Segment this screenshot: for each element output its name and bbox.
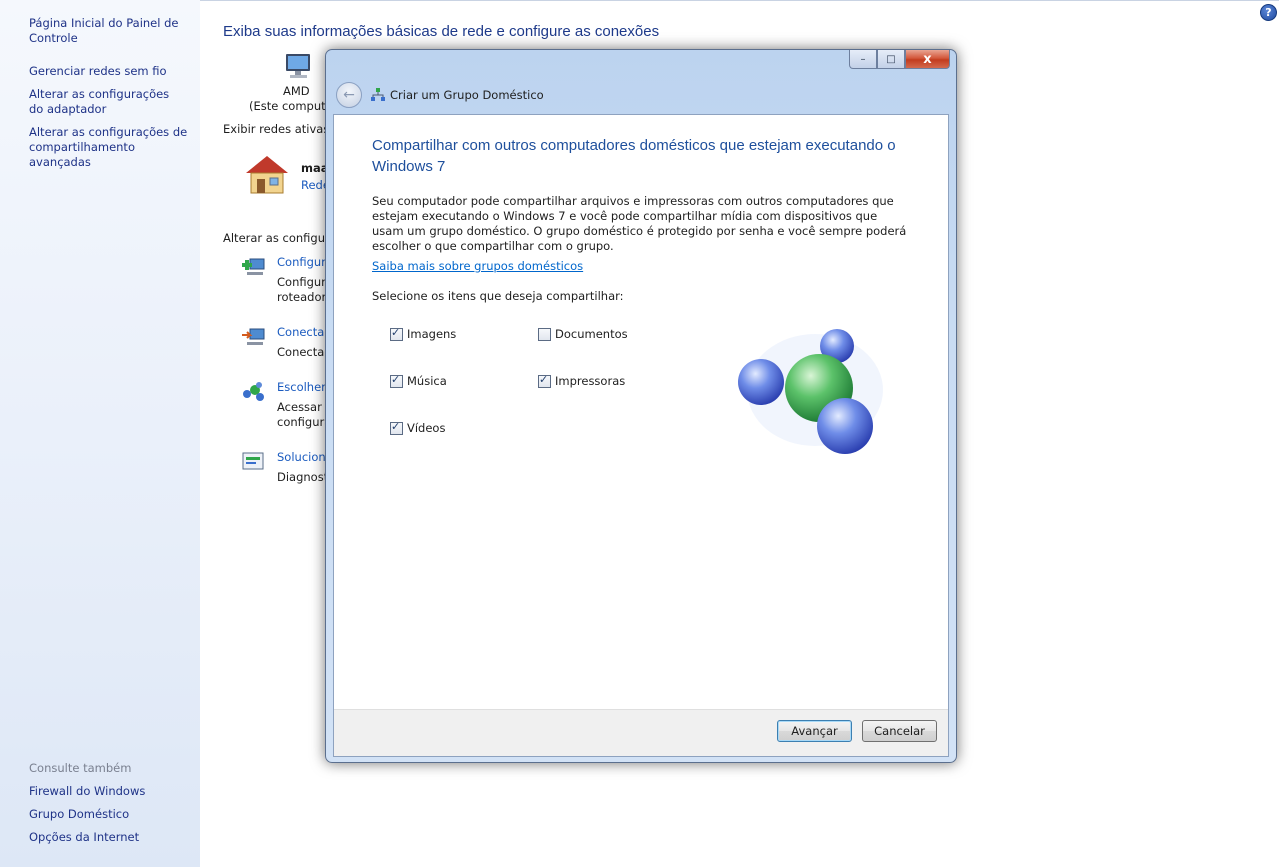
setup-connection-icon [241, 254, 267, 281]
cancel-button[interactable]: Cancelar [862, 720, 937, 742]
checkbox-box[interactable] [538, 327, 551, 341]
checkbox-documents[interactable]: Documentos [538, 327, 628, 341]
homegroup-orbs-icon [729, 322, 889, 462]
sidebar-link-advanced-sharing[interactable]: Alterar as configurações de compartilham… [29, 125, 199, 170]
computer-icon [283, 52, 315, 85]
checkbox-label: Vídeos [407, 421, 446, 435]
checkbox-box[interactable] [390, 326, 403, 341]
maximize-button[interactable]: □ [877, 50, 905, 69]
see-also-label: Consulte também [29, 761, 132, 775]
dialog-heading: Compartilhar com outros computadores dom… [372, 137, 896, 175]
sidebar-link-adapter-settings[interactable]: Alterar as configurações do adaptador [29, 87, 184, 117]
task-desc-troubleshoot-1: Diagnost [277, 470, 329, 484]
caption-buttons: – □ x [849, 50, 950, 69]
checkbox-label: Imagens [407, 327, 457, 341]
homegroup-dialog: – □ x ← Criar um Grupo Doméstico Compart… [325, 49, 957, 763]
task-desc-setup-1: Configur [277, 275, 326, 289]
learn-more-link[interactable]: Saiba mais sobre grupos domésticos [372, 259, 583, 273]
checkbox-music[interactable]: Música [390, 373, 447, 388]
dialog-title: Criar um Grupo Doméstico [390, 88, 544, 102]
active-networks-label: Exibir redes ativas [223, 122, 330, 136]
page-title: Exiba suas informações básicas de rede e… [223, 23, 660, 40]
checkbox-pictures[interactable]: Imagens [390, 326, 457, 341]
checkbox-label: Impressoras [555, 374, 626, 388]
sidebar-link-internet-options[interactable]: Opções da Internet [29, 830, 194, 845]
help-icon[interactable]: ? [1260, 4, 1277, 21]
homegroup-icon [370, 87, 386, 103]
next-button[interactable]: Avançar [777, 720, 852, 742]
checkbox-box[interactable] [390, 420, 403, 435]
computer-sub: (Este computa [249, 99, 333, 113]
dialog-footer: Avançar Cancelar [334, 709, 948, 756]
checkbox-box[interactable] [538, 373, 551, 388]
task-link-setup[interactable]: Configur [277, 255, 326, 269]
select-items-label: Selecione os itens que deseja compartilh… [372, 289, 624, 303]
sidebar-link-control-panel-home[interactable]: Página Inicial do Painel de Controle [29, 16, 194, 46]
dialog-content: Compartilhar com outros computadores dom… [333, 114, 949, 757]
back-arrow-icon[interactable]: ← [336, 82, 362, 108]
sidebar-link-firewall[interactable]: Firewall do Windows [29, 784, 194, 799]
checkbox-label: Música [407, 374, 447, 388]
sidebar: Página Inicial do Painel de Controle Ger… [0, 0, 200, 867]
homegroup-options-icon [241, 380, 267, 407]
task-link-connect[interactable]: Conectar [277, 325, 329, 339]
task-desc-connect-1: Conectar [277, 345, 330, 359]
sidebar-link-homegroup[interactable]: Grupo Doméstico [29, 807, 194, 822]
dialog-nav: ← Criar um Grupo Doméstico [334, 80, 948, 110]
dialog-description: Seu computador pode compartilhar arquivo… [372, 194, 907, 253]
task-desc-setup-2: roteador [277, 290, 327, 304]
home-network-icon [243, 153, 291, 200]
checkbox-videos[interactable]: Vídeos [390, 420, 446, 435]
checkbox-label: Documentos [555, 327, 628, 341]
troubleshoot-icon [241, 450, 267, 477]
minimize-button[interactable]: – [849, 50, 877, 69]
checkbox-printers[interactable]: Impressoras [538, 373, 626, 388]
computer-name: AMD [283, 84, 310, 98]
connect-network-icon [241, 324, 267, 351]
task-desc-choose-2: configura [277, 415, 332, 429]
change-settings-label: Alterar as configura [223, 231, 337, 245]
checkbox-box[interactable] [390, 373, 403, 388]
task-link-choose[interactable]: Escolher [277, 380, 326, 394]
close-button[interactable]: x [905, 50, 950, 69]
sidebar-link-manage-wireless[interactable]: Gerenciar redes sem fio [29, 64, 194, 79]
